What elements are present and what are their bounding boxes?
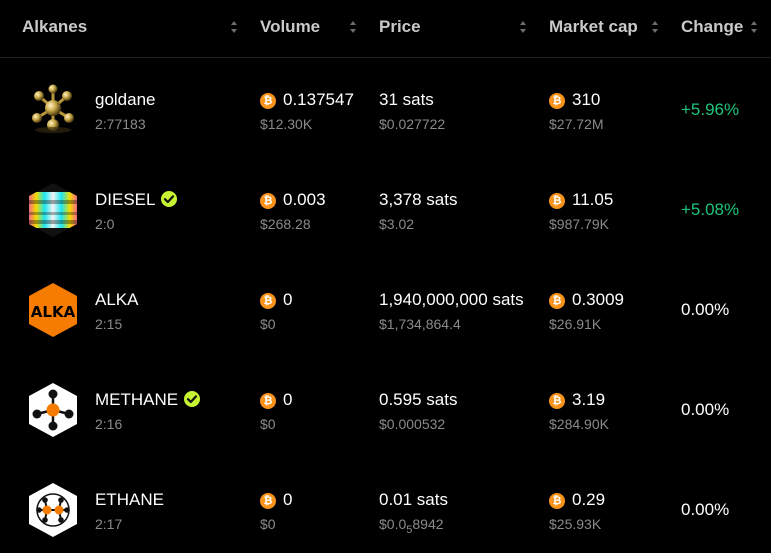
bitcoin-icon: ₿ <box>260 193 276 209</box>
bitcoin-icon: ₿ <box>549 93 565 109</box>
bitcoin-icon: ₿ <box>549 293 565 309</box>
volume-usd: $0 <box>260 416 276 432</box>
market-cap-value: ₿ 3.19 <box>549 390 605 410</box>
price-value: 3,378 sats <box>379 190 458 209</box>
market-cap-value: ₿ 310 <box>549 90 600 110</box>
market-cap-usd: $284.90K <box>549 416 609 432</box>
token-id: 2:77183 <box>95 116 146 132</box>
bitcoin-icon: ₿ <box>549 393 565 409</box>
volume-value: ₿ 0.003 <box>260 190 326 210</box>
header-change[interactable]: Change <box>681 17 743 37</box>
bitcoin-icon: ₿ <box>549 193 565 209</box>
volume-value: ₿ 0.137547 <box>260 90 354 110</box>
methane-logo-icon <box>29 383 77 437</box>
price-value: 0.595 sats <box>379 390 458 409</box>
bitcoin-icon: ₿ <box>549 493 565 509</box>
market-cap-usd: $27.72M <box>549 116 604 132</box>
sort-price-icon[interactable] <box>520 21 527 33</box>
price-usd: $3.02 <box>379 216 415 232</box>
table-row-ethane[interactable]: ETHANE 2:17 ₿ 0 $0 0.01 sats $0.058942 ₿ 0… <box>0 460 771 553</box>
token-id: 2:16 <box>95 416 123 432</box>
header-alkanes[interactable]: Alkanes <box>22 17 87 37</box>
sort-volume-icon[interactable] <box>350 21 357 33</box>
header-volume[interactable]: Volume <box>260 17 320 37</box>
bitcoin-icon: ₿ <box>260 293 276 309</box>
market-cap-usd: $987.79K <box>549 216 609 232</box>
change-value: 0.00% <box>681 400 730 419</box>
price-value: 0.01 sats <box>379 490 448 509</box>
price-usd: $0.027722 <box>379 116 446 132</box>
volume-usd: $0 <box>260 516 276 532</box>
table-header: Alkanes Volume Price Market cap Change <box>0 0 771 58</box>
table-row-diesel[interactable]: DIESEL 2:0 ₿ 0.003 $268.28 3,378 sats $3.… <box>0 160 771 260</box>
alka-logo-icon: ALKA <box>29 283 77 337</box>
diesel-logo-icon <box>29 183 77 237</box>
price-usd: $0.000532 <box>379 416 446 432</box>
change-value: +5.96% <box>681 100 740 119</box>
sort-change-icon[interactable] <box>751 21 758 33</box>
table-row-alka[interactable]: ALKA ALKA 2:15 ₿ 0 $0 1,940,000,000 sats … <box>0 260 771 360</box>
volume-value: ₿ 0 <box>260 390 292 410</box>
sort-market-cap-icon[interactable] <box>652 21 659 33</box>
table-row-methane[interactable]: METHANE 2:16 ₿ 0 $0 0.595 sats $0.000532 … <box>0 360 771 460</box>
token-name[interactable]: ALKA <box>95 290 138 310</box>
token-name[interactable]: ETHANE <box>95 490 164 510</box>
token-id: 2:15 <box>95 316 123 332</box>
price-usd: $0.058942 <box>379 516 444 536</box>
change-value: 0.00% <box>681 300 730 319</box>
volume-usd: $268.28 <box>260 216 311 232</box>
goldane-logo-icon <box>32 84 74 133</box>
market-cap-value: ₿ 0.3009 <box>549 290 624 310</box>
price-value: 31 sats <box>379 90 434 109</box>
change-value: 0.00% <box>681 500 730 519</box>
alka-logo-text: ALKA <box>31 303 76 321</box>
market-cap-value: ₿ 11.05 <box>549 190 613 210</box>
bitcoin-icon: ₿ <box>260 393 276 409</box>
volume-value: ₿ 0 <box>260 490 292 510</box>
sort-alkanes-icon[interactable] <box>231 21 238 33</box>
bitcoin-icon: ₿ <box>260 493 276 509</box>
ethane-logo-icon <box>29 483 77 537</box>
bitcoin-icon: ₿ <box>260 93 276 109</box>
change-value: +5.08% <box>681 200 740 219</box>
market-cap-value: ₿ 0.29 <box>549 490 605 510</box>
token-id: 2:17 <box>95 516 123 532</box>
verified-badge-icon <box>184 391 201 407</box>
volume-usd: $12.30K <box>260 116 313 132</box>
verified-badge-icon <box>161 191 178 207</box>
token-id: 2:0 <box>95 216 115 232</box>
volume-value: ₿ 0 <box>260 290 292 310</box>
market-cap-usd: $25.93K <box>549 516 602 532</box>
header-market-cap[interactable]: Market cap <box>549 17 638 37</box>
market-cap-usd: $26.91K <box>549 316 602 332</box>
token-name[interactable]: DIESEL <box>95 190 178 210</box>
token-name[interactable]: METHANE <box>95 390 201 410</box>
header-price[interactable]: Price <box>379 17 421 37</box>
table-row-goldane[interactable]: goldane 2:77183 ₿ 0.137547 $12.30K 31 sat… <box>0 60 771 160</box>
price-usd: $1,734,864.4 <box>379 316 461 332</box>
volume-usd: $0 <box>260 316 276 332</box>
token-name[interactable]: goldane <box>95 90 156 110</box>
price-value: 1,940,000,000 sats <box>379 290 524 309</box>
